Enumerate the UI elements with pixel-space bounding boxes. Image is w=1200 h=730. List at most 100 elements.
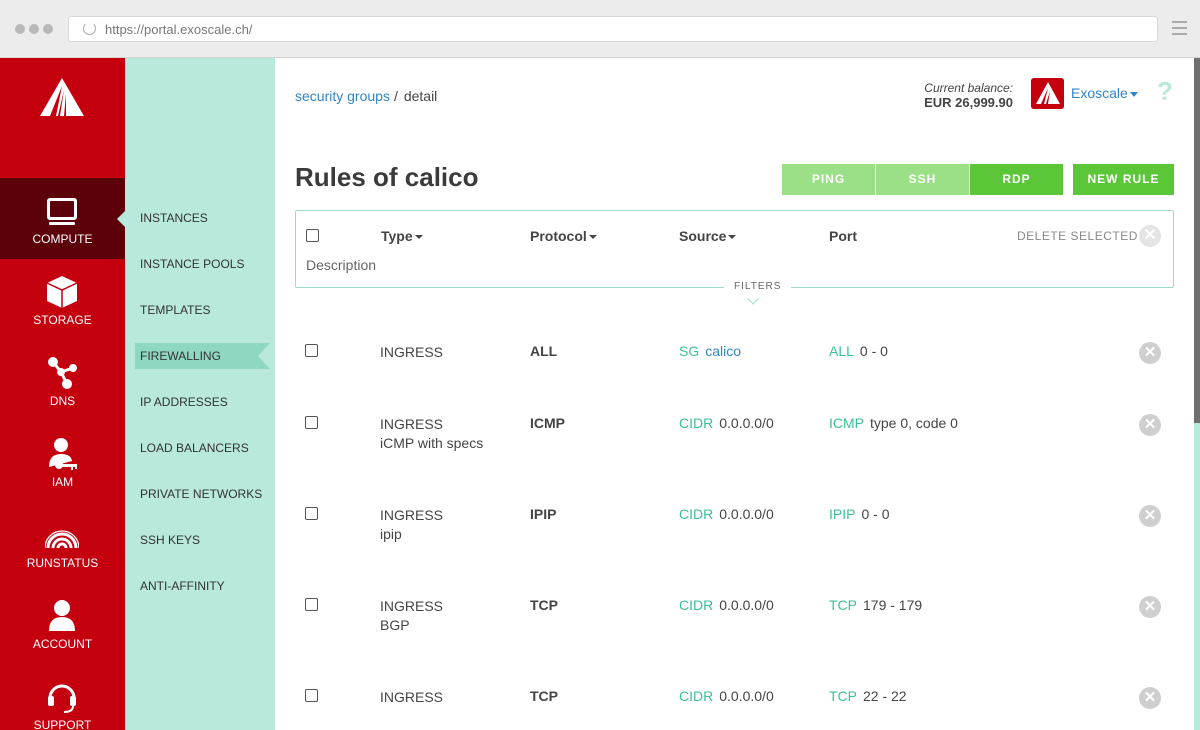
source-kind: CIDR [679, 506, 714, 522]
rule-protocol: IPIP [530, 506, 557, 522]
subnav-item-instance-pools[interactable]: INSTANCE POOLS [135, 251, 270, 277]
nav-label: DNS [49, 394, 76, 408]
headset-icon [48, 684, 76, 713]
column-header-description: Description [306, 257, 377, 273]
nav-item-dns[interactable]: DNS [0, 340, 125, 421]
subnav-item-private-networks[interactable]: PRIVATE NETWORKS [135, 481, 270, 507]
subnav-item-ip-addresses[interactable]: IP ADDRESSES [135, 389, 270, 415]
subnav-item-load-balancers[interactable]: LOAD BALANCERS [135, 435, 270, 461]
rule-protocol: TCP [530, 688, 558, 704]
header-label: Protocol [530, 228, 587, 244]
balance-caption: Current balance: [924, 81, 1013, 95]
filters-toggle[interactable]: FILTERS [724, 281, 792, 292]
person-icon [49, 600, 75, 631]
ssh-button[interactable]: SSH [876, 164, 969, 195]
nav-item-account[interactable]: ACCOUNT [0, 583, 125, 664]
port-kind: TCP [829, 688, 857, 704]
nav-item-storage[interactable]: STORAGE [0, 259, 125, 340]
org-avatar[interactable] [1031, 78, 1064, 109]
nav-item-iam[interactable]: IAM [0, 421, 125, 502]
column-header-type[interactable]: Type [381, 228, 423, 244]
nav-item-runstatus[interactable]: RUNSTATUS [0, 502, 125, 583]
row-checkbox[interactable] [305, 344, 318, 357]
select-all-checkbox[interactable] [306, 229, 319, 242]
table-header-filters: Type Protocol Source Port DELETE SELECTE… [295, 210, 1174, 305]
rule-direction: INGRESS [380, 416, 444, 432]
cube-icon [46, 276, 78, 308]
delete-rule-icon[interactable]: ✕ [1139, 342, 1161, 364]
rdp-button[interactable]: RDP [970, 164, 1063, 195]
rule-direction: INGRESS [380, 598, 444, 614]
main-content: security groups / detail Current balance: … [275, 58, 1200, 730]
column-header-source[interactable]: Source [679, 228, 737, 244]
exoscale-logo[interactable] [38, 76, 86, 118]
row-checkbox[interactable] [305, 689, 318, 702]
breadcrumb-separator: / [393, 88, 398, 104]
source-kind: CIDR [679, 688, 714, 704]
window-dot[interactable] [43, 24, 53, 34]
subnav-item-templates[interactable]: TEMPLATES [135, 297, 270, 323]
nav-item-compute[interactable]: COMPUTE [0, 178, 125, 259]
row-checkbox[interactable] [305, 598, 318, 611]
delete-rule-icon[interactable]: ✕ [1139, 505, 1161, 527]
help-icon[interactable]: ? [1157, 76, 1173, 107]
org-switcher[interactable]: Exoscale [1071, 85, 1138, 101]
rule-description: iCMP with specs [380, 435, 484, 451]
url-text[interactable]: https://portal.exoscale.ch/ [105, 22, 252, 37]
nav-label: COMPUTE [32, 232, 93, 246]
subnav-item-firewalling[interactable]: FIREWALLING [135, 343, 270, 369]
row-checkbox[interactable] [305, 507, 318, 520]
ping-button[interactable]: PING [782, 164, 875, 195]
port-kind: ALL [829, 343, 854, 359]
table-row: INGRESS TCP CIDR 0.0.0.0/0 TCP 22 - 22 ✕ [295, 687, 1174, 730]
port-value: 0 - 0 [861, 506, 890, 522]
breadcrumb-current: detail [403, 88, 438, 104]
browser-menu-icon[interactable] [1172, 21, 1187, 39]
new-rule-button[interactable]: NEW RULE [1073, 164, 1174, 195]
window-dot[interactable] [15, 24, 25, 34]
reload-icon[interactable] [83, 22, 96, 35]
header-label: Source [679, 228, 727, 244]
scrollbar-track[interactable] [1194, 423, 1200, 730]
sort-caret-icon [588, 235, 597, 240]
rule-source: CIDR 0.0.0.0/0 [679, 597, 774, 613]
rule-source: SG calico [679, 343, 741, 359]
subnav-item-anti-affinity[interactable]: ANTI-AFFINITY [135, 573, 270, 599]
delete-selected-icon[interactable]: ✕ [1139, 225, 1161, 247]
sort-caret-icon [728, 235, 737, 240]
delete-rule-icon[interactable]: ✕ [1139, 687, 1161, 709]
delete-rule-icon[interactable]: ✕ [1139, 414, 1161, 436]
subnav-item-instances[interactable]: INSTANCES [135, 205, 270, 231]
rule-protocol: ALL [530, 343, 558, 359]
delete-selected-button[interactable]: DELETE SELECTED [1017, 229, 1138, 243]
chevron-down-icon[interactable] [747, 293, 759, 305]
rule-port: ICMP type 0, code 0 [829, 415, 958, 431]
org-name: Exoscale [1071, 85, 1128, 101]
delete-rule-icon[interactable]: ✕ [1139, 596, 1161, 618]
source-value: 0.0.0.0/0 [719, 506, 774, 522]
column-header-port: Port [829, 228, 857, 244]
nav-label: RUNSTATUS [26, 556, 99, 570]
rule-source: CIDR 0.0.0.0/0 [679, 415, 774, 431]
window-controls[interactable] [15, 24, 53, 34]
rule-port: TCP 179 - 179 [829, 597, 922, 613]
source-kind: SG [679, 343, 700, 359]
rule-direction: INGRESS [380, 344, 444, 360]
source-link[interactable]: calico [705, 343, 741, 359]
window-dot[interactable] [29, 24, 39, 34]
port-value: 179 - 179 [863, 597, 923, 613]
nav-item-support[interactable]: SUPPORT [0, 664, 125, 730]
table-row: INGRESS BGP TCP CIDR 0.0.0.0/0 TCP 179 - 17… [295, 596, 1174, 657]
rule-port: TCP 22 - 22 [829, 688, 907, 704]
nav-label: IAM [51, 475, 74, 489]
address-bar[interactable]: https://portal.exoscale.ch/ [68, 16, 1158, 42]
row-checkbox[interactable] [305, 416, 318, 429]
subnav-item-ssh-keys[interactable]: SSH KEYS [135, 527, 270, 553]
rule-type: INGRESS iCMP with specs [380, 415, 483, 453]
breadcrumb-security-groups[interactable]: security groups [295, 88, 390, 104]
port-kind: ICMP [829, 415, 864, 431]
scrollbar-thumb[interactable] [1194, 58, 1200, 423]
user-key-icon [49, 438, 77, 470]
port-value: 22 - 22 [863, 688, 907, 704]
column-header-protocol[interactable]: Protocol [530, 228, 597, 244]
